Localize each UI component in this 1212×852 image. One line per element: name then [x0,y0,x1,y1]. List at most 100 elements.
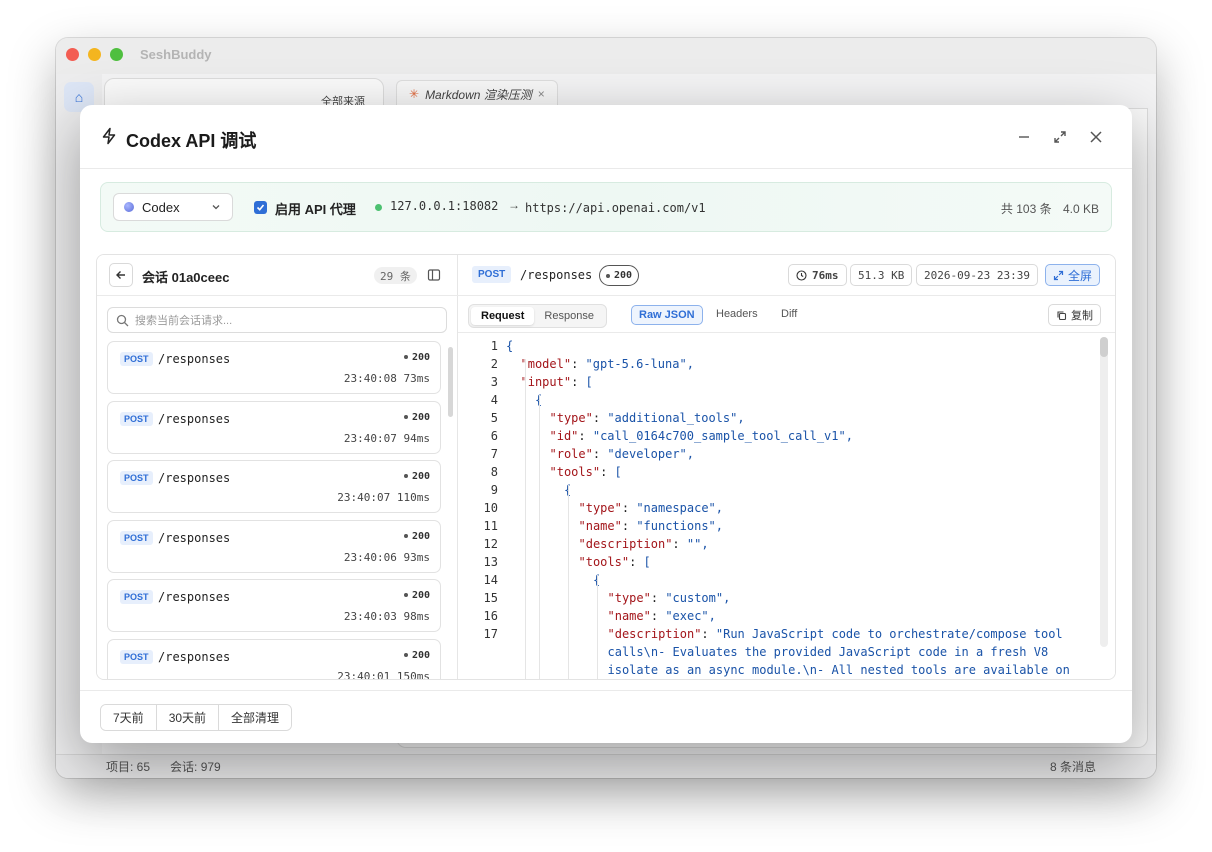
line-number: 5 [490,411,498,425]
indent-guide [539,395,540,679]
lightning-icon [102,127,116,145]
proxy-enable-checkbox[interactable] [254,201,267,214]
json-key: "type" [607,591,651,605]
method-badge: POST [120,650,153,664]
tab-response[interactable]: Response [534,307,604,325]
status-code: 200 [404,650,430,661]
json-key: "tools" [549,465,601,479]
json-punct: [ [643,555,651,569]
copy-button[interactable]: 复制 [1048,304,1101,326]
request-list-item[interactable]: POST/responses 200 23:40:07 94ms [107,400,441,454]
duration-pill: 76ms [788,264,847,286]
json-separator: : [592,447,608,461]
line-number: 15 [483,591,498,605]
json-separator: : [672,537,687,551]
json-key: "description" [578,537,673,551]
tab-raw-json[interactable]: Raw JSON [631,305,703,325]
json-separator: : [571,375,586,389]
request-list-item[interactable]: POST/responses 200 23:40:06 93ms [107,519,441,573]
json-punct: , [845,429,853,443]
request-duration: 93ms [403,550,431,564]
request-path: /responses [158,590,231,605]
status-code: 200 [404,412,430,423]
detail-tabs-row: Request Response Raw JSON Headers Diff 复… [458,296,1115,333]
line-number: 2 [490,357,498,371]
request-detail-panel: POST /responses 200 76ms 51.3 KB 2026-09… [458,255,1115,679]
method-badge: POST [120,411,153,426]
list-scrollbar[interactable] [448,347,453,417]
json-punct: , [723,591,731,605]
method-badge: POST [472,266,512,283]
target-url: https://api.openai.com/v1 [525,201,706,215]
line-number: 3 [490,375,498,389]
tab-request[interactable]: Request [471,307,535,325]
duration-value: 76ms [812,268,839,282]
request-meta: 23:40:06 93ms [344,551,430,564]
code-scrollbar-track[interactable] [1100,337,1108,647]
tab-headers[interactable]: Headers [716,308,758,320]
close-icon[interactable] [1086,127,1106,147]
dialog-header: Codex API 调试 [80,105,1132,169]
json-viewer[interactable]: 1{2"model": "gpt-5.6-luna",3"input": [4{… [458,334,1115,679]
timestamp-pill: 2026-09-23 23:39 [916,264,1038,286]
clean-30-days-button[interactable]: 30天前 [156,705,220,730]
json-key: "name" [607,609,651,623]
status-code: 200 [404,531,430,542]
request-path: /responses [158,471,231,486]
json-punct: , [686,357,694,371]
tab-diff[interactable]: Diff [781,308,797,320]
session-search-input[interactable]: 搜索当前会话请求... [107,307,447,333]
json-key: "model" [520,357,572,371]
total-summary: 共 103 条 4.0 KB [1001,200,1099,217]
status-code: 200 [404,471,430,482]
clean-7-days-button[interactable]: 7天前 [101,705,157,730]
request-duration: 98ms [403,610,431,624]
size-pill: 51.3 KB [850,264,913,286]
clean-all-button[interactable]: 全部清理 [219,705,292,730]
code-scrollbar-thumb[interactable] [1100,337,1108,357]
debug-content: 会话 01a0ceec 29 条 搜索当前会话请求... POST/respon… [96,254,1116,680]
json-key: "type" [578,501,622,515]
status-code: 200 [404,352,430,363]
json-value: "exec" [665,609,709,623]
request-list-item[interactable]: POST/responses 200 23:40:07 110ms [107,460,441,514]
request-time: 23:40:07 [343,431,397,445]
provider-select[interactable]: Codex [113,193,233,221]
code-line: "role": "developer", [550,447,695,461]
json-key: "id" [549,429,579,443]
json-key: "description" [607,627,702,641]
method-badge: POST [120,352,153,366]
request-meta: 23:40:01 150ms [337,670,430,679]
json-value: "developer" [607,447,687,461]
json-separator: : [629,555,644,569]
line-number: 11 [483,519,498,533]
json-punct: , [701,537,709,551]
chevron-down-icon [212,205,220,210]
code-line: "input": [ [521,375,593,389]
status-code: 200 [404,590,430,601]
fullscreen-button[interactable]: 全屏 [1045,264,1101,286]
expand-icon[interactable] [1050,127,1070,147]
code-line: calls\n- Evaluates the provided JavaScri… [608,645,1049,659]
method-badge: POST [120,590,153,605]
request-list-item[interactable]: POST/responses 200 23:40:08 73ms [107,341,441,394]
indent-guide [568,485,569,679]
line-number: 1 [490,339,498,353]
request-list-item[interactable]: POST/responses 200 23:40:01 150ms [107,639,441,679]
sidebar-toggle-icon[interactable] [427,268,441,282]
minimize-icon[interactable] [1014,127,1034,147]
clock-icon [796,269,807,281]
request-response-toggle: Request Response [468,304,607,328]
request-path: /responses [158,530,231,545]
code-line: "type": "custom", [608,591,731,605]
json-punct: , [708,609,716,623]
back-button[interactable] [109,263,133,287]
json-value: "Run JavaScript code to orchestrate/comp… [715,627,1063,641]
json-separator: : [600,465,615,479]
line-number: 8 [490,465,498,479]
request-list-item[interactable]: POST/responses 200 23:40:03 98ms [107,579,441,633]
json-key: "name" [578,519,622,533]
proxy-enable-label[interactable]: 启用 API 代理 [275,199,356,218]
json-value: "custom" [665,591,724,605]
request-meta: 23:40:08 73ms [344,372,430,385]
